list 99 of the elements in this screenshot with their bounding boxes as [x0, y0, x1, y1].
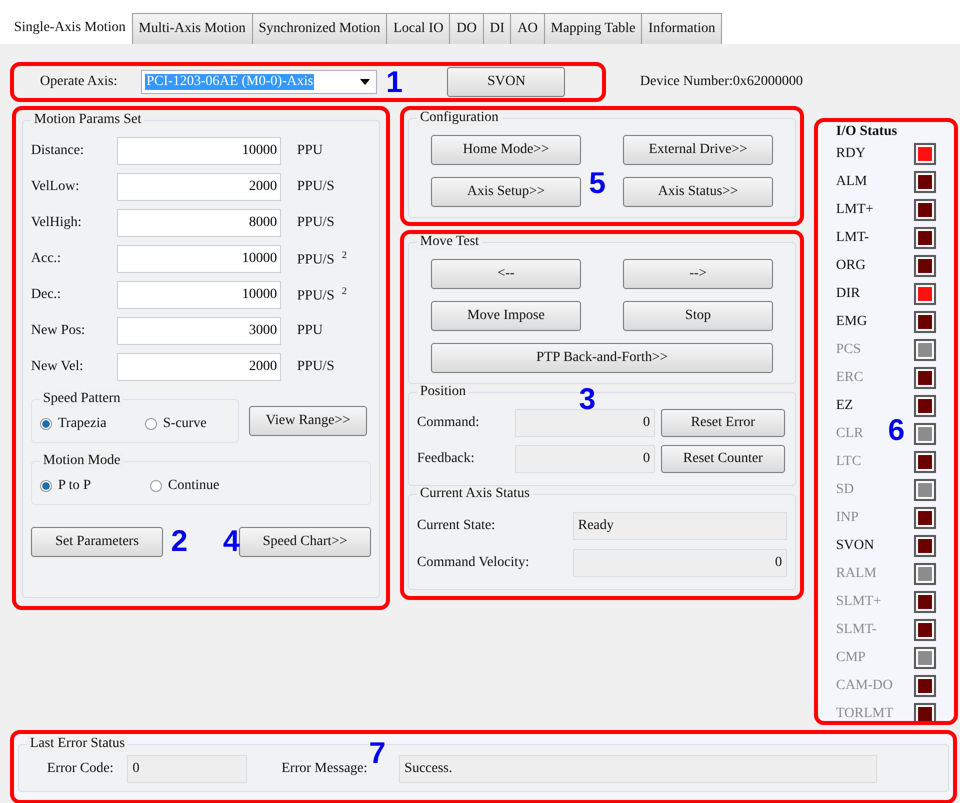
tab[interactable]: DI	[482, 13, 512, 44]
readout-field: 0	[515, 445, 655, 473]
radio-option[interactable]: Trapezia	[40, 416, 125, 432]
radio-option[interactable]: P to P	[40, 478, 130, 494]
caret-icon	[360, 79, 370, 85]
readout-field: Success.	[399, 755, 878, 783]
tab[interactable]: Multi-Axis Motion	[132, 13, 253, 44]
callout-number: 4	[223, 527, 240, 557]
field-label: Feedback:	[417, 451, 476, 467]
view-range-button[interactable]: View Range>>	[249, 406, 367, 436]
tab[interactable]: Synchronized Motion	[252, 13, 388, 44]
signal-label: PCS	[836, 342, 861, 358]
unit-label: PPU/S $^{2}$	[297, 250, 347, 268]
signal-label: CAM-DO	[836, 678, 893, 694]
unit-label: PPU/S	[297, 179, 334, 195]
field-label: Distance:	[31, 143, 85, 159]
signal-label: DIR	[836, 286, 860, 302]
ptp-button[interactable]: PTP Back-and-Forth>>	[431, 343, 773, 373]
reset-button[interactable]: Reset Error	[661, 409, 785, 437]
signal-label: RALM	[836, 566, 876, 582]
panel-title: I/O Status	[836, 124, 898, 140]
signal-label: LMT+	[836, 202, 874, 218]
signal-label: ALM	[836, 174, 868, 190]
group-title: Configuration	[417, 110, 502, 126]
input-field[interactable]: 2000	[117, 173, 281, 201]
signal-label: EZ	[836, 398, 854, 414]
move-button[interactable]: Move Impose	[431, 301, 581, 331]
radio-option[interactable]: Continue	[150, 478, 240, 494]
config-button[interactable]: External Drive>>	[623, 135, 773, 165]
field-label: Dec.:	[31, 287, 62, 303]
set-parameters-button[interactable]: Set Parameters	[31, 527, 163, 557]
input-field[interactable]: 2000	[117, 353, 281, 381]
signal-label: ERC	[836, 370, 864, 386]
config-button[interactable]: Axis Setup>>	[431, 177, 581, 207]
readout-field: 0	[515, 409, 655, 437]
unit-label: PPU	[297, 323, 323, 339]
operate-axis-label: Operate Axis:	[40, 74, 118, 90]
input-field[interactable]: 3000	[117, 317, 281, 345]
reset-button[interactable]: Reset Counter	[661, 445, 785, 473]
device-number: Device Number:0x62000000	[640, 74, 803, 90]
tab[interactable]: AO	[510, 13, 545, 44]
signal-label: LMT-	[836, 230, 869, 246]
signal-label: ORG	[836, 258, 866, 274]
readout-field: 0	[573, 548, 787, 576]
group-title: Motion Mode	[40, 453, 124, 469]
move-button[interactable]: <--	[431, 259, 581, 289]
config-button[interactable]: Axis Status>>	[623, 177, 773, 207]
signal-label: EMG	[836, 314, 868, 330]
field-label: Acc.:	[31, 251, 62, 267]
svon-button[interactable]: SVON	[447, 67, 566, 97]
field-label: Error Message:	[281, 761, 368, 777]
unit-label: PPU/S	[297, 215, 334, 231]
callout-number: 2	[171, 527, 188, 557]
field-label: VelLow:	[31, 179, 80, 195]
move-button[interactable]: -->	[623, 259, 773, 289]
input-field[interactable]: 10000	[117, 245, 281, 273]
signal-label: RDY	[836, 146, 866, 162]
group-title: Move Test	[417, 234, 482, 250]
move-button[interactable]: Stop	[623, 301, 773, 331]
input-field[interactable]: 10000	[117, 281, 281, 309]
signal-label: SLMT+	[836, 594, 882, 610]
signal-label: LTC	[836, 454, 862, 470]
signal-label: SVON	[836, 538, 874, 554]
input-field[interactable]: 8000	[117, 209, 281, 237]
group-title: Speed Pattern	[40, 391, 124, 407]
group-title: Motion Params Set	[31, 112, 144, 128]
field-label: Command:	[417, 415, 480, 431]
tab[interactable]: Mapping Table	[544, 13, 642, 44]
input-field[interactable]: 10000	[117, 137, 281, 165]
callout-number: 6	[888, 416, 905, 446]
readout-field: 0	[127, 755, 248, 783]
tab[interactable]: DO	[449, 13, 484, 44]
signal-label: CMP	[836, 650, 866, 666]
group-title: Current Axis Status	[417, 486, 533, 502]
field-label: New Vel:	[31, 359, 84, 375]
group-title: Position	[417, 384, 469, 400]
radio-option[interactable]: S-curve	[145, 416, 230, 432]
speed-chart-button[interactable]: Speed Chart>>	[239, 527, 371, 557]
config-button[interactable]: Home Mode>>	[431, 135, 581, 165]
signal-label: CLR	[836, 426, 864, 442]
unit-label: PPU/S	[297, 359, 334, 375]
callout-number: 5	[589, 169, 606, 199]
field-label: Command Velocity:	[417, 554, 530, 570]
unit-label: PPU/S $^{2}$	[297, 286, 347, 304]
group-title: Last Error Status	[27, 736, 128, 752]
field-label: New Pos:	[31, 323, 86, 339]
readout-field: Ready	[573, 512, 787, 540]
tab[interactable]: Information	[641, 13, 722, 44]
field-label: Error Code:	[47, 761, 114, 777]
callout-number: 7	[369, 739, 386, 769]
signal-label: TORLMT	[836, 706, 894, 721]
tab[interactable]: Local IO	[386, 13, 450, 44]
field-label: VelHigh:	[31, 215, 83, 231]
callout-number: 1	[386, 68, 403, 98]
unit-label: PPU	[297, 143, 323, 159]
field-label: Current State:	[417, 518, 496, 534]
signal-label: SD	[836, 482, 854, 498]
signal-label: SLMT-	[836, 622, 877, 638]
signal-label: INP	[836, 510, 859, 526]
